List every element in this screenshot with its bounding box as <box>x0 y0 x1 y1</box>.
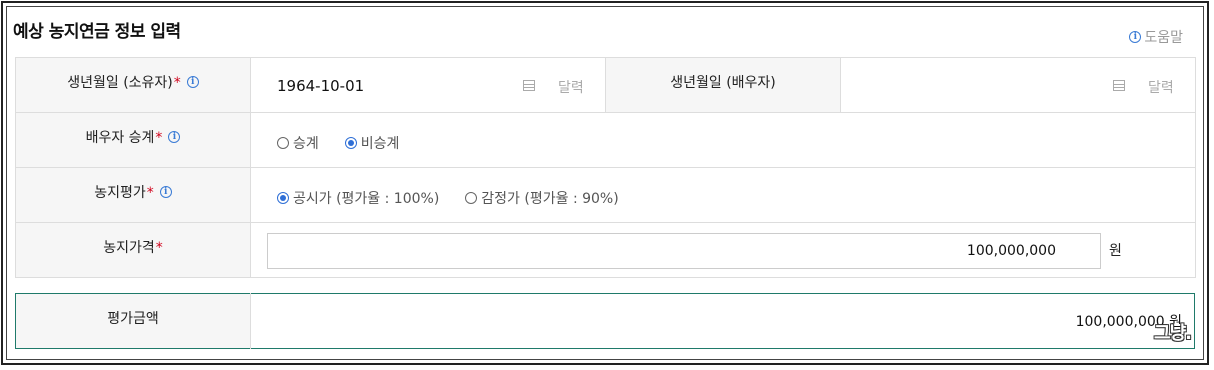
radio-appraised-price[interactable]: 감정가 (평가율 : 90%) <box>465 188 619 208</box>
info-icon[interactable]: i <box>186 76 199 88</box>
row-result: 평가금액 100,000,000 원 <box>15 293 1195 349</box>
valuation-label: 농지평가 <box>94 185 146 201</box>
row-land-price: 농지가격* 100,000,000 원 <box>15 222 1196 278</box>
radio-official-price[interactable]: 공시가 (평가율 : 100%) <box>277 188 439 208</box>
radio-button[interactable] <box>277 137 289 149</box>
input-table: 생년월일 (소유자)* i 1964-10-01 달력 생년월일 (배우자) 달… <box>15 57 1196 278</box>
radio-button-selected[interactable] <box>344 137 357 149</box>
succession-label: 배우자 승계 <box>85 130 155 146</box>
valuation-radio-group: 공시가 (평가율 : 100%) 감정가 (평가율 : 90%) <box>277 188 619 208</box>
succession-field: 승계 비승계 <box>250 112 1196 168</box>
radio-button-selected[interactable] <box>277 192 289 204</box>
calendar-icon[interactable] <box>523 80 535 91</box>
info-icon[interactable]: i <box>159 186 172 198</box>
birth-owner-label: 생년월일 (소유자) <box>67 75 173 91</box>
birth-owner-field[interactable]: 1964-10-01 달력 <box>250 57 606 113</box>
label-cell-birth-spouse: 생년월일 (배우자) <box>605 57 841 113</box>
result-label: 평가금액 <box>107 311 159 327</box>
radio-label: 감정가 (평가율 : 90%) <box>481 191 619 207</box>
help-label: 도움말 <box>1144 30 1183 46</box>
required-mark: * <box>155 130 163 146</box>
row-birthdate: 생년월일 (소유자)* i 1964-10-01 달력 생년월일 (배우자) 달… <box>15 57 1196 113</box>
radio-label: 비승계 <box>360 136 400 152</box>
birth-spouse-field[interactable]: 달력 <box>840 57 1196 113</box>
result-field: 100,000,000 원 <box>250 293 1195 349</box>
outer-frame: 예상 농지연금 정보 입력 i 도움말 생년월일 (소유자)* i 1964-1… <box>1 1 1209 365</box>
form-panel: 예상 농지연금 정보 입력 i 도움말 생년월일 (소유자)* i 1964-1… <box>6 6 1204 360</box>
radio-label: 승계 <box>293 136 319 152</box>
label-cell-succession: 배우자 승계* i <box>15 112 251 168</box>
radio-no-succession[interactable]: 비승계 <box>344 133 400 153</box>
info-icon[interactable]: i <box>168 131 181 143</box>
price-label: 농지가격 <box>103 240 155 256</box>
required-mark: * <box>173 75 181 91</box>
calendar-button[interactable]: 달력 <box>558 77 584 97</box>
radio-button[interactable] <box>465 192 478 204</box>
label-cell-price: 농지가격* <box>15 222 251 278</box>
watermark: 그냥. <box>1154 323 1192 344</box>
birth-owner-value[interactable]: 1964-10-01 <box>277 77 364 95</box>
valuation-field: 공시가 (평가율 : 100%) 감정가 (평가율 : 90%) <box>250 167 1196 223</box>
label-cell-birth-owner: 생년월일 (소유자)* i <box>15 57 251 113</box>
land-price-input[interactable]: 100,000,000 <box>267 233 1101 269</box>
help-link[interactable]: i 도움말 <box>1129 27 1183 47</box>
birth-spouse-label: 생년월일 (배우자) <box>670 75 776 91</box>
required-mark: * <box>146 185 154 201</box>
row-spouse-succession: 배우자 승계* i 승계 비승계 <box>15 112 1196 168</box>
succession-radio-group: 승계 비승계 <box>277 133 399 153</box>
required-mark: * <box>155 240 163 256</box>
label-cell-valuation: 농지평가* i <box>15 167 251 223</box>
result-table: 평가금액 100,000,000 원 <box>15 293 1195 349</box>
label-cell-result: 평가금액 <box>15 293 251 349</box>
row-land-valuation: 농지평가* i 공시가 (평가율 : 100%) 감정가 (평가율 : 90%) <box>15 167 1196 223</box>
calendar-icon[interactable] <box>1113 80 1125 91</box>
info-icon: i <box>1129 31 1142 43</box>
price-unit: 원 <box>1109 243 1122 259</box>
radio-label: 공시가 (평가율 : 100%) <box>293 191 440 207</box>
calendar-button[interactable]: 달력 <box>1148 77 1174 97</box>
page-title: 예상 농지연금 정보 입력 <box>13 22 181 42</box>
radio-succession[interactable]: 승계 <box>277 133 319 153</box>
price-field: 100,000,000 원 <box>250 222 1196 278</box>
